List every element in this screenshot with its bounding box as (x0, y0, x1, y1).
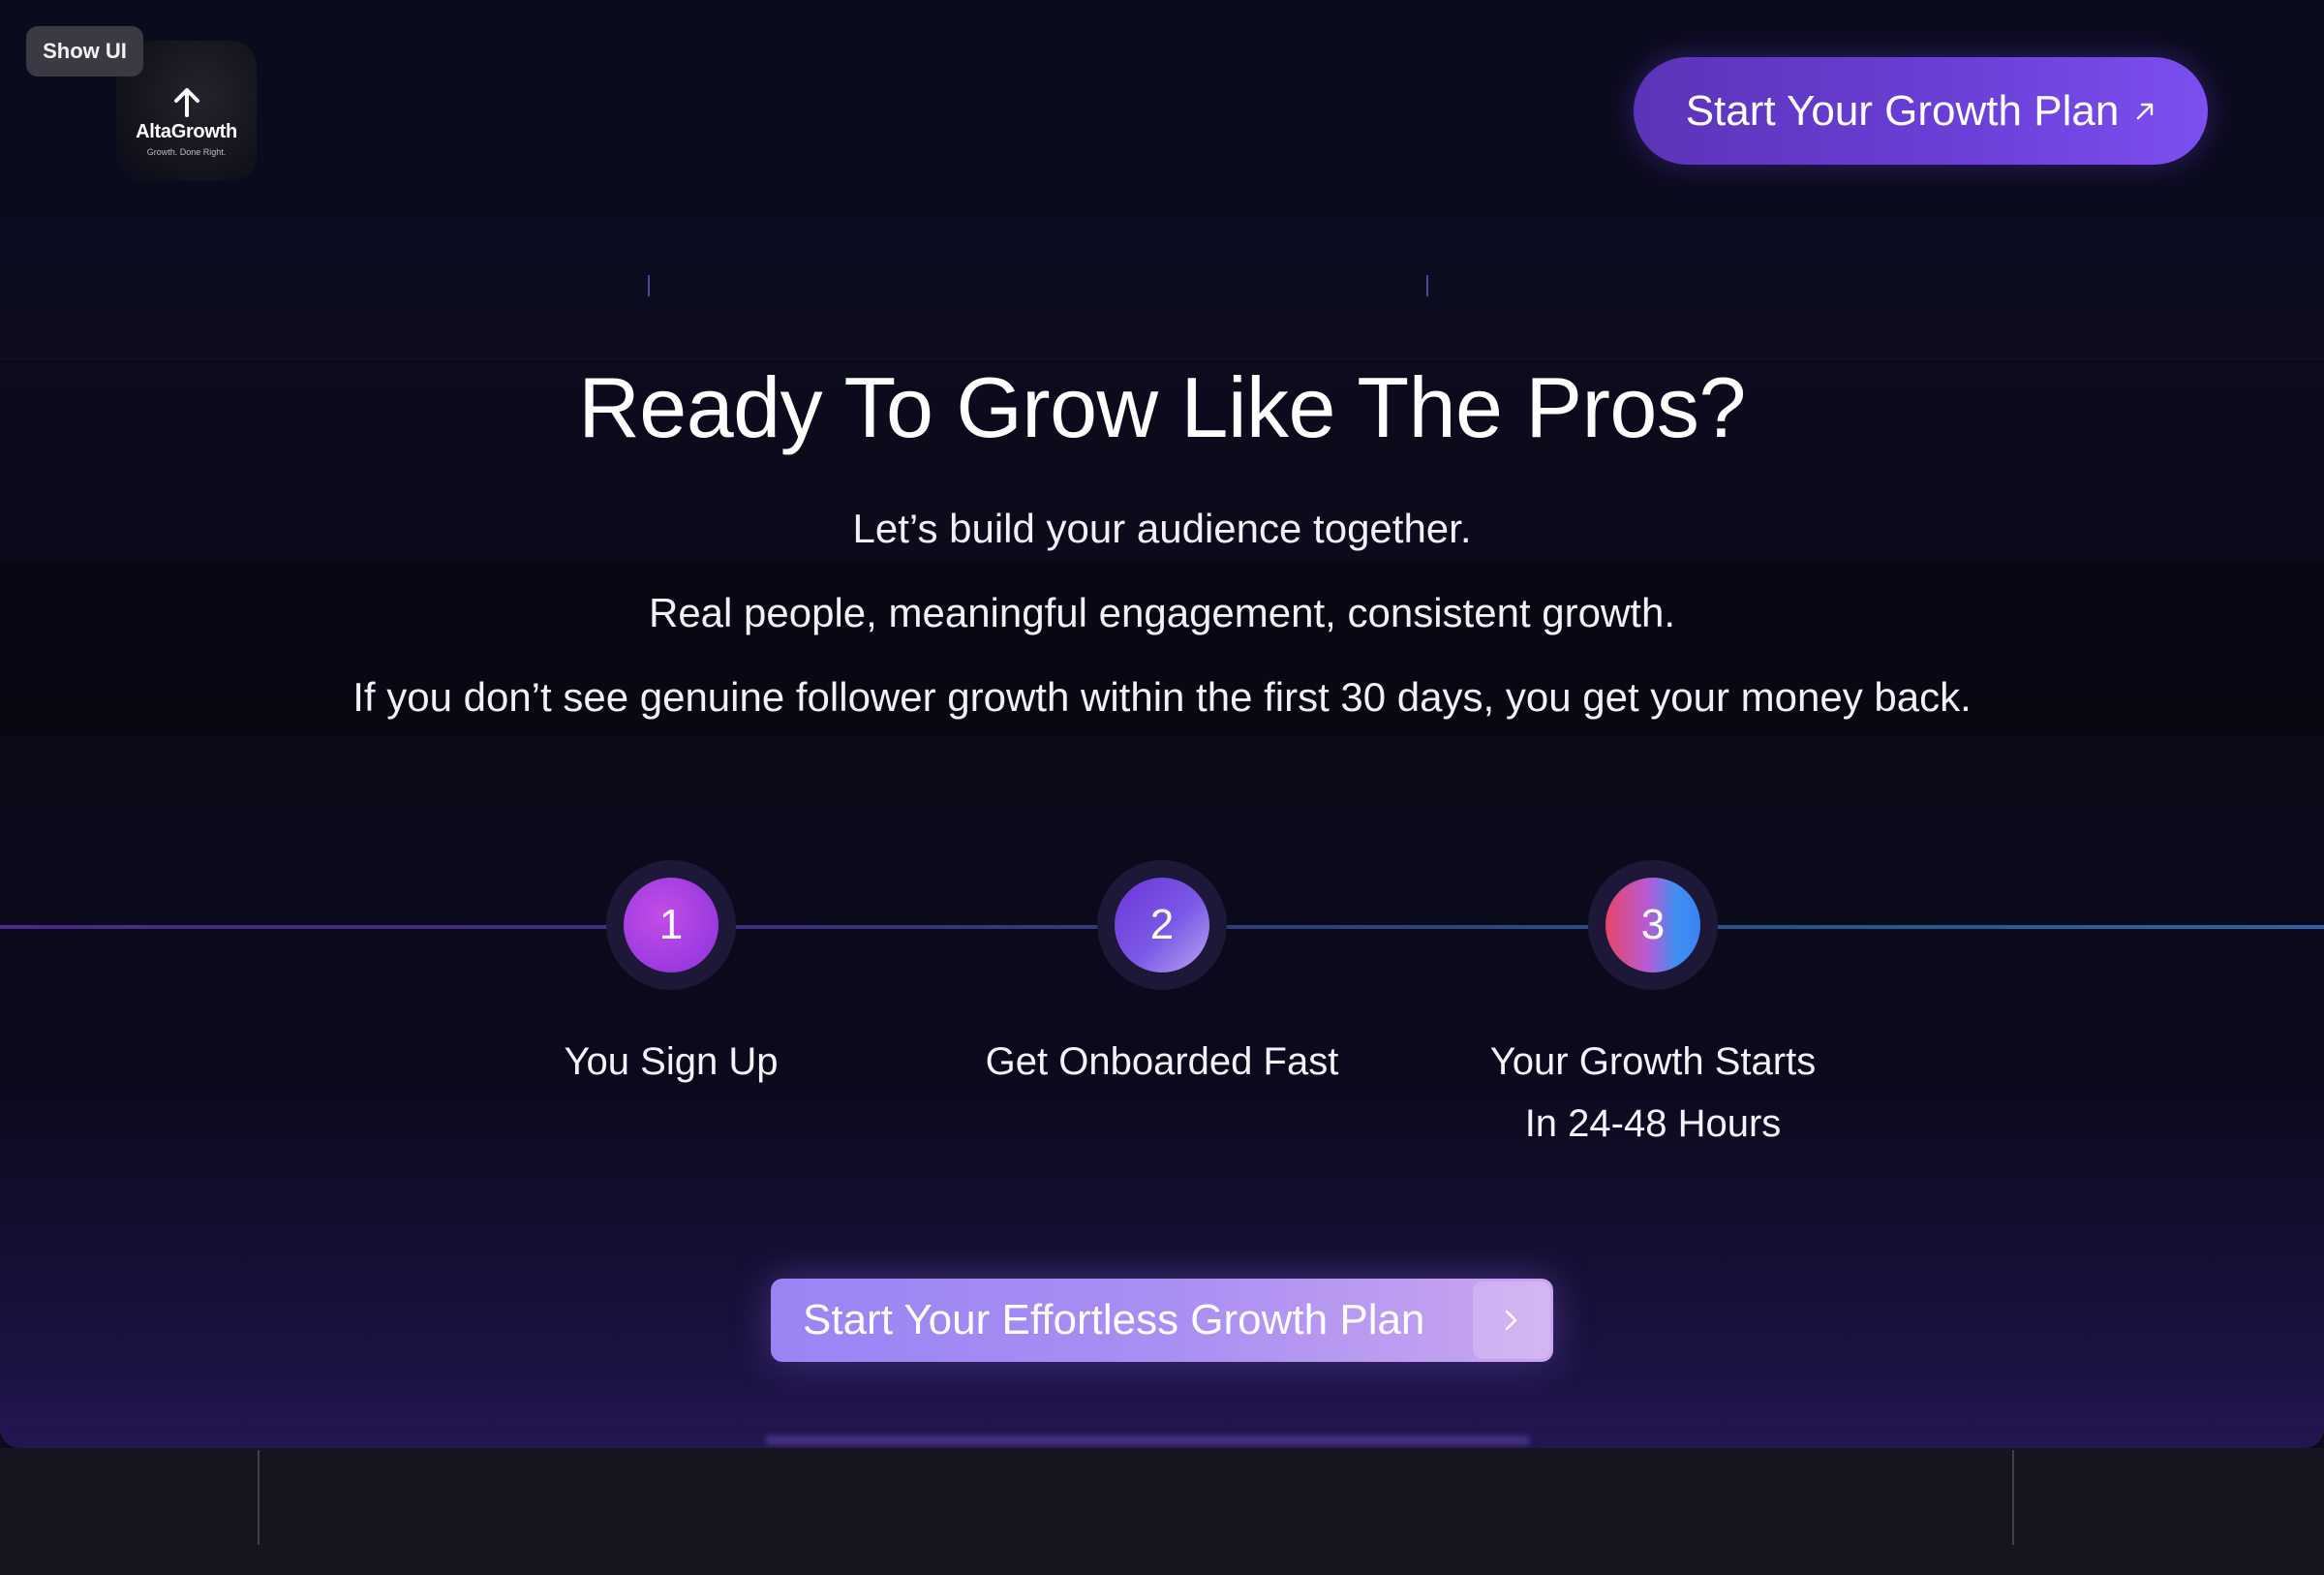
header-cta-label: Start Your Growth Plan (1685, 86, 2120, 135)
step-label-line: Your Growth Starts (1489, 1040, 1817, 1083)
start-growth-plan-button[interactable]: Start Your Growth Plan (1634, 57, 2208, 165)
brand-tagline: Growth. Done Right. (146, 147, 227, 157)
show-ui-button[interactable]: Show UI (26, 26, 143, 77)
step-marker: 1 (606, 860, 736, 990)
footer-divider (258, 1450, 260, 1545)
step-label: You Sign Up (565, 1031, 779, 1093)
step-label: Get Onboarded Fast (986, 1031, 1339, 1093)
section-title: Ready To Grow Like The Pros? (578, 359, 1746, 455)
step-marker: 3 (1588, 860, 1718, 990)
step-label-line: Get Onboarded Fast (985, 1040, 1339, 1083)
brand-name: AltaGrowth (136, 121, 237, 142)
subtitle-line: Real people, meaningful engagement, cons… (648, 590, 1675, 635)
arrow-up-right-icon (2137, 103, 2154, 119)
grid-accent (648, 275, 650, 296)
step-2: 2 Get Onboarded Fast (968, 860, 1356, 1093)
site-header: Show UI AltaGrowth Growth. Done Right. S… (0, 0, 2324, 222)
page: Show UI AltaGrowth Growth. Done Right. S… (0, 0, 2324, 1575)
start-effortless-growth-plan-button[interactable]: Start Your Effortless Growth Plan (771, 1279, 1553, 1362)
step-number: 1 (624, 878, 719, 973)
arrow-up-icon (173, 88, 199, 117)
step-label-line: In 24-48 Hours (1524, 1102, 1782, 1145)
grid-accent (1426, 275, 1428, 296)
step-3: 3 Your Growth Starts In 24-48 Hours (1459, 860, 1847, 1155)
step-label: Your Growth Starts In 24-48 Hours (1490, 1031, 1816, 1155)
step-1: 1 You Sign Up (477, 860, 865, 1093)
subtitle-line: Let’s build your audience together. (852, 506, 1472, 551)
main-cta-label: Start Your Effortless Growth Plan (803, 1296, 1425, 1343)
chevron-right-icon (1473, 1282, 1550, 1359)
glow-decoration (765, 1436, 1530, 1445)
guarantee-text: If you don’t see genuine follower growth… (352, 674, 1972, 720)
footer-area (0, 1448, 2324, 1575)
step-number: 3 (1605, 878, 1700, 973)
step-marker: 2 (1097, 860, 1227, 990)
step-number: 2 (1115, 878, 1209, 973)
footer-divider (2012, 1450, 2014, 1545)
step-label-line: You Sign Up (564, 1040, 779, 1083)
